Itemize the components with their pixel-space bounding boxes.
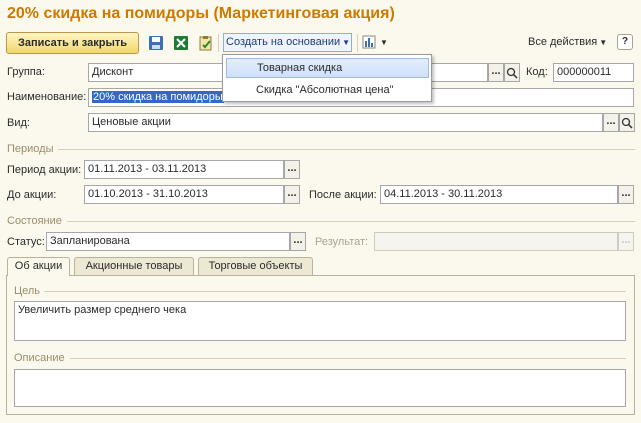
tab-action-products[interactable]: Акционные товары xyxy=(74,257,194,275)
periods-section-title: Периоды xyxy=(7,143,54,155)
after-action-label: После акции: xyxy=(309,189,377,201)
dropdown-item-goods-discount[interactable]: Товарная скидка xyxy=(226,58,429,78)
report-menu-button[interactable]: ▼ xyxy=(362,35,388,52)
before-action-label: До акции: xyxy=(7,189,57,201)
create-based-on-label: Создать на основании xyxy=(226,36,341,48)
save-icon[interactable] xyxy=(148,35,164,51)
result-label: Результат: xyxy=(315,236,369,248)
status-select-button[interactable]: ... xyxy=(290,232,306,251)
clipboard-check-icon[interactable] xyxy=(198,35,214,51)
description-textarea[interactable] xyxy=(14,369,626,407)
after-action-field[interactable]: 04.11.2013 - 30.11.2013 xyxy=(380,185,618,204)
result-select-button: ... xyxy=(618,232,634,251)
action-period-select-button[interactable]: ... xyxy=(284,160,300,179)
name-field-value: 20% скидка на помидоры xyxy=(92,91,224,103)
before-action-select-button[interactable]: ... xyxy=(284,185,300,204)
excel-icon[interactable] xyxy=(173,35,189,51)
all-actions-label: Все действия xyxy=(528,36,598,48)
tab-retail-objects[interactable]: Торговые объекты xyxy=(198,257,313,275)
kind-label: Вид: xyxy=(7,117,30,129)
code-field[interactable]: 000000011 xyxy=(553,63,634,82)
status-label: Статус: xyxy=(7,236,45,248)
save-and-close-button[interactable]: Записать и закрыть xyxy=(6,32,139,54)
group-open-button[interactable] xyxy=(504,63,520,82)
bar-chart-icon xyxy=(362,35,376,52)
after-action-select-button[interactable]: ... xyxy=(618,185,634,204)
help-button[interactable]: ? xyxy=(617,34,633,50)
all-actions-menu[interactable]: Все действия ▼ xyxy=(528,36,607,48)
kind-open-button[interactable] xyxy=(619,113,635,132)
tab-about[interactable]: Об акции xyxy=(7,257,70,276)
action-period-label: Период акции: xyxy=(7,164,82,176)
create-based-on-dropdown: Товарная скидка Скидка "Абсолютная цена" xyxy=(222,54,432,102)
before-action-field[interactable]: 01.10.2013 - 31.10.2013 xyxy=(84,185,284,204)
chevron-down-icon: ▼ xyxy=(599,38,608,47)
toolbar-separator xyxy=(218,34,219,52)
state-section-title: Состояние xyxy=(7,215,62,227)
description-section-title: Описание xyxy=(14,352,65,364)
chevron-down-icon: ▼ xyxy=(342,38,351,47)
goal-section-title: Цель xyxy=(14,285,41,297)
chevron-down-icon: ▼ xyxy=(380,38,388,47)
magnifier-icon xyxy=(505,67,519,84)
name-label: Наименование: xyxy=(7,91,87,103)
kind-select-button[interactable]: ... xyxy=(603,113,619,132)
status-field[interactable]: Запланирована xyxy=(46,232,290,251)
goal-textarea[interactable]: Увеличить размер среднего чека xyxy=(14,301,626,341)
group-select-button[interactable]: ... xyxy=(488,63,504,82)
section-divider xyxy=(70,358,626,359)
create-based-on-button[interactable]: Создать на основании ▼ xyxy=(223,33,352,52)
section-divider xyxy=(67,221,635,222)
magnifier-icon xyxy=(620,117,634,134)
action-period-field[interactable]: 01.11.2013 - 03.11.2013 xyxy=(84,160,284,179)
kind-field[interactable]: Ценовые акции xyxy=(88,113,603,132)
section-divider xyxy=(44,291,626,292)
result-field xyxy=(374,232,618,251)
section-divider xyxy=(58,149,635,150)
toolbar-separator xyxy=(357,34,358,52)
page-title: 20% скидка на помидоры (Маркетинговая ак… xyxy=(7,5,395,22)
code-label: Код: xyxy=(526,66,548,78)
dropdown-item-absolute-price-discount[interactable]: Скидка "Абсолютная цена" xyxy=(226,80,429,100)
group-label: Группа: xyxy=(7,66,45,78)
